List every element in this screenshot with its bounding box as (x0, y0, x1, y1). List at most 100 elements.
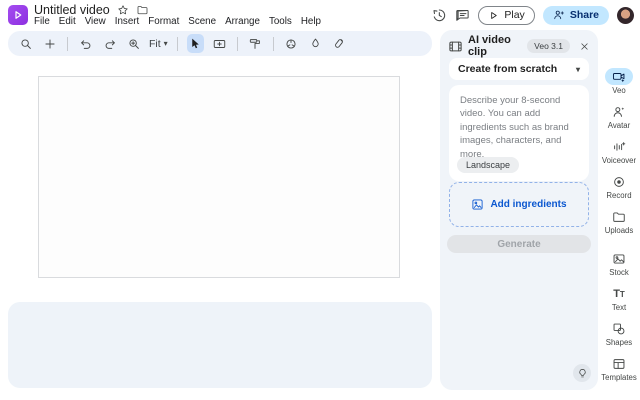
remove-background-button[interactable] (331, 34, 348, 53)
menu-insert[interactable]: Insert (115, 16, 140, 27)
sidebar-item-label: Stock (609, 268, 629, 277)
lightbulb-icon (577, 368, 588, 379)
add-image-icon (471, 198, 484, 211)
veo-selected-pill (605, 68, 633, 85)
search-tools-button[interactable] (17, 34, 34, 53)
rail-icon-holder (605, 173, 633, 190)
aspect-ratio-chip[interactable]: Landscape (457, 157, 519, 173)
prompt-input[interactable]: Describe your 8-second video. You can ad… (449, 85, 589, 181)
format-paint-button[interactable] (247, 34, 264, 53)
uploads-icon (612, 210, 626, 224)
star-icon[interactable] (117, 4, 129, 16)
menu-arrange[interactable]: Arrange (225, 16, 260, 27)
color-wheel-icon (284, 37, 298, 51)
search-icon (19, 37, 33, 51)
redo-button[interactable] (101, 34, 118, 53)
ai-video-clip-icon (448, 39, 463, 54)
move-folder-icon[interactable] (136, 4, 149, 16)
sidebar-item-label: Voiceover (602, 156, 636, 165)
fit-label: Fit (149, 38, 161, 50)
version-history-icon[interactable] (431, 7, 447, 23)
chevron-down-icon: ▾ (164, 39, 168, 48)
sidebar-item-avatar[interactable]: Avatar (605, 103, 633, 130)
ai-video-clip-panel: AI video clip Veo 3.1 Create from scratc… (440, 30, 598, 390)
sidebar-item-label: Record (606, 191, 631, 200)
insert-button[interactable] (41, 34, 58, 53)
droplet-icon (309, 37, 322, 50)
tips-button[interactable] (573, 364, 591, 382)
rail-icon-holder (605, 103, 633, 120)
document-title[interactable]: Untitled video (34, 3, 110, 17)
google-vids-app: Untitled video File Edit View Insert For… (0, 0, 640, 400)
creation-mode-select[interactable]: Create from scratch ▾ (449, 58, 589, 80)
toolbar-divider (237, 37, 238, 51)
generate-button[interactable]: Generate (447, 235, 591, 253)
creation-mode-value: Create from scratch (458, 63, 557, 75)
sidebar-item-label: Shapes (606, 338, 632, 347)
voiceover-icon (612, 140, 626, 154)
video-canvas[interactable] (38, 76, 400, 278)
eraser-icon (332, 37, 346, 51)
rail-icon-holder (605, 320, 633, 337)
sidebar-item-label: Text (612, 303, 626, 312)
comments-icon[interactable] (455, 8, 470, 23)
panel-title: AI video clip (468, 34, 522, 58)
menubar: File Edit View Insert Format Scene Arran… (34, 16, 321, 27)
toolbar: Fit ▾ (8, 31, 432, 56)
text-icon: TT (613, 288, 625, 300)
avatar-icon (612, 105, 626, 119)
sidebar-item-label: Templates (601, 373, 637, 382)
chevron-down-icon: ▾ (576, 65, 580, 74)
sidebar-item-stock[interactable]: Stock (605, 250, 633, 277)
prompt-placeholder: Describe your 8-second video. You can ad… (460, 94, 578, 161)
menu-tools[interactable]: Tools (269, 16, 292, 27)
undo-button[interactable] (77, 34, 94, 53)
veo-version-badge: Veo 3.1 (527, 39, 570, 53)
menu-file[interactable]: File (34, 16, 50, 27)
veo-icon (612, 70, 626, 84)
sidebar-item-shapes[interactable]: Shapes (605, 320, 633, 347)
toolbar-divider (67, 37, 68, 51)
play-icon (488, 10, 499, 21)
templates-icon (612, 357, 626, 371)
sidebar-item-record[interactable]: Record (605, 173, 633, 200)
rail-icon-holder (605, 138, 633, 155)
text-box-button[interactable] (211, 34, 228, 53)
sidebar-item-templates[interactable]: Templates (601, 355, 637, 382)
theme-colors-button[interactable] (283, 34, 300, 53)
sidebar-item-voiceover[interactable]: Voiceover (602, 138, 636, 165)
play-logo-icon (12, 9, 24, 21)
paint-roller-icon (248, 37, 262, 51)
zoom-in-icon (127, 37, 141, 51)
top-actions: Play Share (431, 4, 634, 26)
play-preview-button[interactable]: Play (478, 6, 534, 25)
menu-view[interactable]: View (85, 16, 106, 27)
record-icon (612, 175, 626, 189)
cursor-icon (189, 37, 202, 50)
timeline-panel: 00:04.5 / 06:50.2 100% (8, 302, 432, 388)
menu-help[interactable]: Help (301, 16, 321, 27)
menu-scene[interactable]: Scene (188, 16, 216, 27)
share-button[interactable]: Share (543, 6, 609, 25)
rail-icon-holder (605, 355, 633, 372)
title-row: Untitled video (34, 3, 149, 17)
app-logo[interactable] (8, 5, 28, 25)
menu-edit[interactable]: Edit (59, 16, 76, 27)
person-add-icon (553, 9, 565, 21)
zoom-in-button[interactable] (125, 34, 142, 53)
select-tool-button[interactable] (187, 34, 204, 53)
shapes-icon (612, 322, 626, 336)
account-avatar[interactable] (617, 7, 634, 24)
fit-zoom-select[interactable]: Fit ▾ (149, 38, 168, 50)
close-panel-button[interactable] (579, 41, 590, 52)
share-button-label: Share (570, 9, 599, 21)
play-button-label: Play (504, 9, 524, 21)
sidebar-item-uploads[interactable]: Uploads (605, 208, 634, 235)
ink-fill-button[interactable] (307, 34, 324, 53)
sidebar-item-label: Veo (612, 86, 625, 95)
sidebar-item-text[interactable]: TT Text (605, 285, 633, 312)
plus-icon (43, 37, 57, 51)
menu-format[interactable]: Format (148, 16, 179, 27)
add-ingredients-button[interactable]: Add ingredients (449, 182, 589, 227)
sidebar-item-veo[interactable]: Veo (605, 68, 633, 95)
